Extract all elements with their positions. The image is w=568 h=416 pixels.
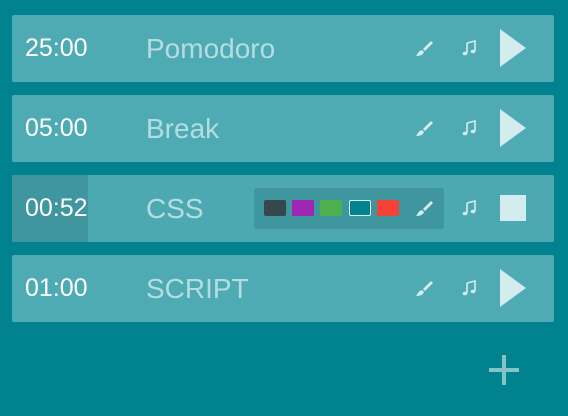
play-button[interactable]	[498, 267, 528, 309]
timer-time: 05:00	[25, 114, 88, 142]
timer-time: 01:00	[25, 274, 88, 302]
music-note-icon[interactable]	[460, 279, 478, 297]
play-icon	[500, 269, 526, 307]
play-icon	[500, 109, 526, 147]
timer-row-css[interactable]: 00:52 CSS	[12, 175, 554, 242]
color-swatch-teal[interactable]	[349, 200, 371, 216]
color-swatch-dark-gray[interactable]	[264, 200, 286, 216]
play-icon	[500, 29, 526, 67]
brush-icon[interactable]	[414, 199, 434, 219]
color-swatch-purple[interactable]	[292, 200, 314, 216]
timer-row-pomodoro[interactable]: 25:00 Pomodoro	[12, 15, 554, 82]
timer-name[interactable]: Break	[146, 95, 219, 162]
plus-icon	[489, 355, 519, 385]
timer-row-script[interactable]: 01:00 SCRIPT	[12, 255, 554, 322]
timer-name[interactable]: CSS	[146, 175, 204, 242]
music-note-icon[interactable]	[460, 119, 478, 137]
play-button[interactable]	[498, 27, 528, 69]
color-swatch-red[interactable]	[377, 200, 399, 216]
music-note-icon[interactable]	[460, 39, 478, 57]
play-button[interactable]	[498, 107, 528, 149]
stop-button[interactable]	[500, 195, 526, 221]
timer-name[interactable]: Pomodoro	[146, 15, 275, 82]
timer-time: 00:52	[25, 194, 88, 222]
timer-name[interactable]: SCRIPT	[146, 255, 249, 322]
brush-icon[interactable]	[414, 279, 434, 299]
timer-row-break[interactable]: 05:00 Break	[12, 95, 554, 162]
color-swatch-green[interactable]	[320, 200, 342, 216]
music-note-icon[interactable]	[460, 199, 478, 217]
timer-time: 25:00	[25, 34, 88, 62]
add-timer-button[interactable]	[484, 350, 524, 390]
brush-icon[interactable]	[414, 119, 434, 139]
brush-icon[interactable]	[414, 39, 434, 59]
